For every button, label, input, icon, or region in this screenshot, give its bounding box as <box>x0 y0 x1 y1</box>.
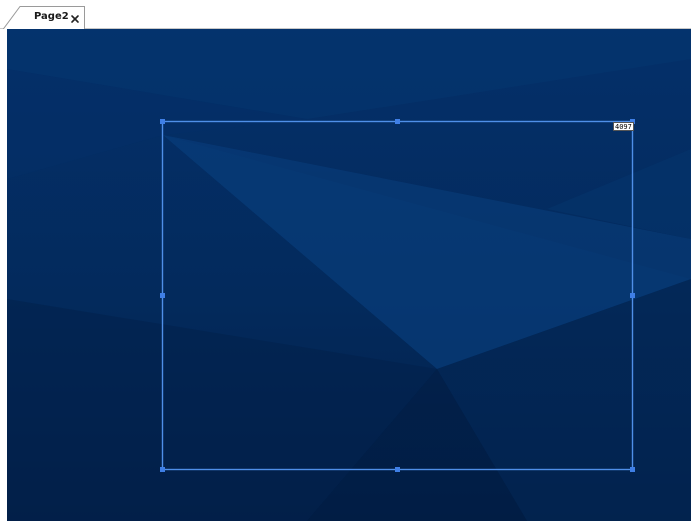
resize-handle-middle-left[interactable] <box>160 293 165 298</box>
resize-handle-bottom-middle[interactable] <box>395 467 400 472</box>
resize-handle-middle-right[interactable] <box>630 293 635 298</box>
selection-id-badge: 4097 <box>613 122 634 131</box>
selection-box[interactable] <box>0 0 691 521</box>
resize-handle-top-left[interactable] <box>160 119 165 124</box>
resize-handle-bottom-left[interactable] <box>160 467 165 472</box>
resize-handle-top-middle[interactable] <box>395 119 400 124</box>
resize-handle-bottom-right[interactable] <box>630 467 635 472</box>
